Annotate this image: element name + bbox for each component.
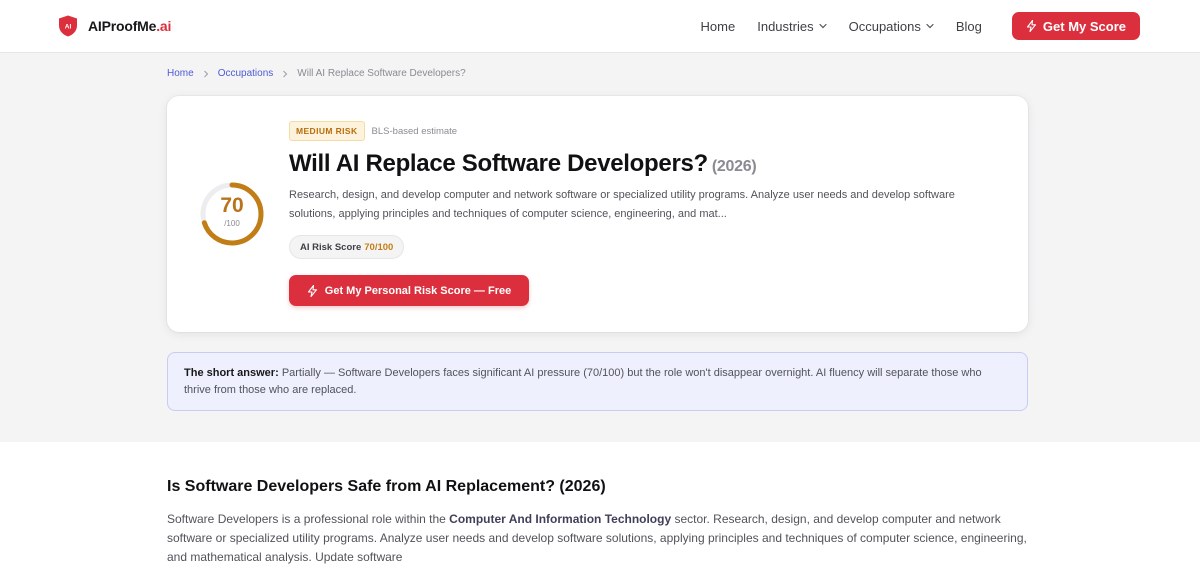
risk-summary-card: 70 /100 MEDIUM RISK BLS-based estimate W… — [167, 96, 1028, 332]
title-year: (2026) — [711, 158, 757, 175]
sector-name: Computer And Information Technology — [449, 512, 672, 526]
chevron-right-icon — [203, 70, 208, 77]
short-answer-callout: The short answer: Partially — Software D… — [167, 352, 1028, 411]
page-title: Will AI Replace Software Developers? (202… — [289, 150, 757, 177]
nav-links: Home Industries Occupations Blog Get My … — [701, 12, 1140, 40]
breadcrumb-home-link[interactable]: Home — [167, 68, 194, 79]
risk-source-note: BLS-based estimate — [371, 125, 458, 137]
chevron-down-icon — [926, 23, 934, 29]
breadcrumb: Home Occupations Will AI Replace Softwar… — [167, 68, 466, 79]
lightning-icon — [307, 284, 317, 297]
article-heading: Is Software Developers Safe from AI Repl… — [167, 478, 606, 495]
shield-logo-icon: AI — [59, 15, 77, 37]
get-my-score-button[interactable]: Get My Score — [1011, 12, 1140, 40]
nav-blog-link[interactable]: Blog — [956, 12, 982, 40]
nav-occupations-dropdown[interactable]: Occupations — [849, 12, 934, 40]
ai-risk-score-value: 70/100 — [364, 241, 394, 253]
nav-home-link[interactable]: Home — [701, 12, 736, 40]
article-section: Is Software Developers Safe from AI Repl… — [0, 442, 1200, 577]
article-intro: Software Developers is a professional ro… — [167, 512, 1027, 564]
short-answer-label: The short answer: — [184, 367, 279, 379]
risk-score-gauge: 70 /100 — [199, 181, 265, 247]
occupation-description: Research, design, and develop computer a… — [289, 189, 955, 220]
chevron-down-icon — [819, 23, 827, 29]
brand-name: AIProofMe.ai — [88, 18, 172, 34]
breadcrumb-current: Will AI Replace Software Developers? — [297, 68, 466, 79]
get-personal-risk-score-button[interactable]: Get My Personal Risk Score — Free — [289, 275, 529, 306]
nav-industries-dropdown[interactable]: Industries — [757, 12, 827, 40]
lightning-icon — [1026, 20, 1036, 32]
logo[interactable]: AI AIProofMe.ai — [58, 15, 171, 37]
logo-mark: AI — [65, 24, 72, 31]
chevron-right-icon — [283, 70, 288, 77]
gauge-score: 70 — [220, 194, 244, 217]
risk-row: MEDIUM RISK BLS-based estimate — [289, 121, 457, 141]
breadcrumb-occupations-link[interactable]: Occupations — [218, 68, 274, 79]
ai-risk-score-pill: AI Risk Score 70/100 — [289, 235, 405, 259]
gauge-max: /100 — [224, 219, 240, 228]
short-answer-text: Partially — Software Developers faces si… — [184, 367, 982, 396]
top-nav: AI AIProofMe.ai Home Industries Occupati… — [0, 0, 1200, 53]
risk-level-badge: MEDIUM RISK — [289, 121, 365, 141]
